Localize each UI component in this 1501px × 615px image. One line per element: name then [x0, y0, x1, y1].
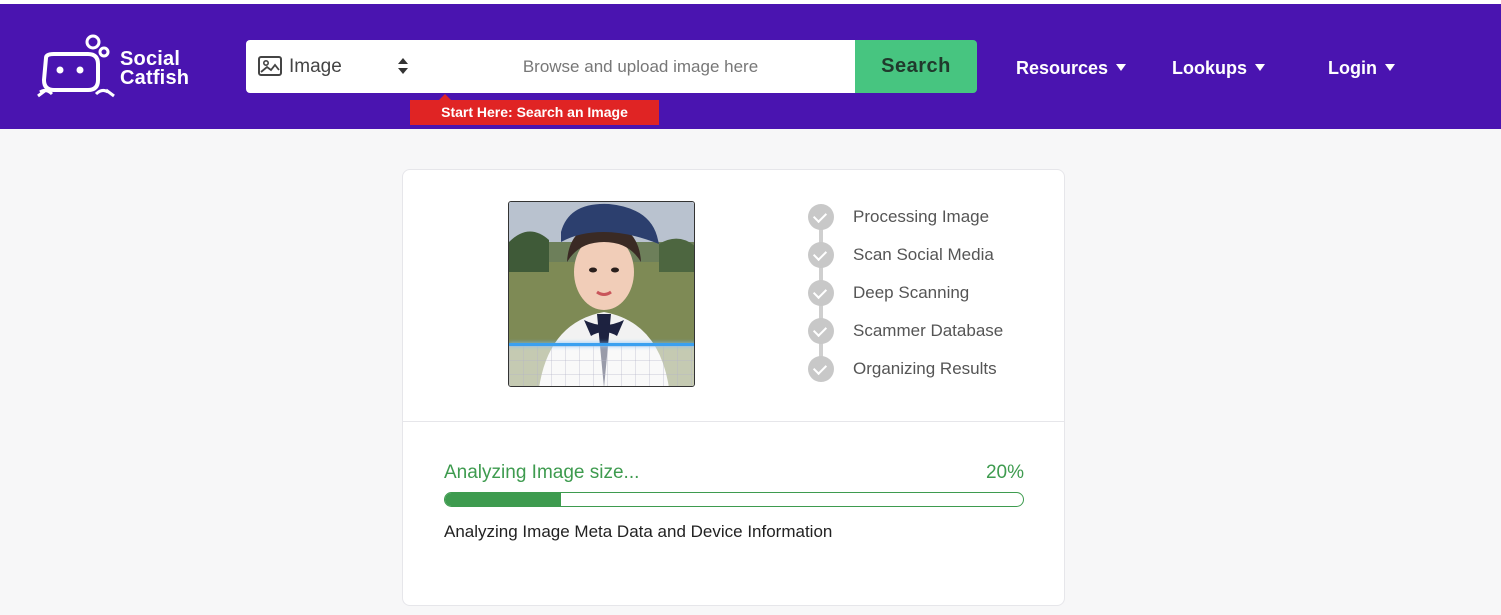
start-here-tooltip[interactable]: Start Here: Search an Image: [410, 100, 659, 125]
image-icon: [258, 56, 282, 76]
nav-login[interactable]: Login: [1328, 58, 1395, 79]
scan-line: [509, 343, 694, 346]
caret-down-icon: [1255, 64, 1265, 71]
step-scammer-database: Scammer Database: [808, 318, 1048, 344]
progress-bar: [444, 492, 1024, 507]
scan-steps-list: Processing Image Scan Social Media Deep …: [808, 204, 1048, 394]
brand-name-line2: Catfish: [120, 67, 190, 89]
search-input[interactable]: [426, 40, 855, 93]
catfish-logo-icon: [37, 34, 115, 98]
search-type-select[interactable]: Image: [246, 40, 426, 93]
search-button[interactable]: Search: [855, 40, 977, 93]
status-title: Analyzing Image size...: [444, 462, 640, 483]
step-label: Scan Social Media: [853, 245, 994, 264]
check-icon: [808, 318, 834, 344]
nav-login-label: Login: [1328, 58, 1377, 78]
scan-progress-card: Processing Image Scan Social Media Deep …: [402, 169, 1065, 606]
select-arrows-icon: [398, 58, 408, 74]
step-label: Processing Image: [853, 207, 990, 226]
step-label: Organizing Results: [853, 359, 997, 378]
uploaded-photo-preview: [508, 201, 695, 387]
caret-down-icon: [1384, 64, 1395, 71]
check-icon: [808, 280, 834, 306]
nav-lookups[interactable]: Lookups: [1172, 58, 1265, 79]
step-label: Deep Scanning: [853, 283, 970, 302]
progress-percent: 20%: [985, 462, 1024, 483]
search-bar: Image Search: [246, 40, 977, 93]
nav-resources-label: Resources: [1016, 58, 1109, 78]
nav-lookups-label: Lookups: [1172, 58, 1247, 78]
card-divider: [403, 421, 1064, 422]
check-icon: [808, 242, 834, 268]
step-scan-social-media: Scan Social Media: [808, 242, 1048, 268]
step-label: Scammer Database: [853, 321, 1004, 340]
status-detail: Analyzing Image Meta Data and Device Inf…: [444, 522, 833, 541]
site-header: Social Catfish Image Search Resources Lo…: [0, 4, 1501, 129]
search-type-label: Image: [289, 56, 342, 77]
step-processing-image: Processing Image: [808, 204, 1048, 230]
step-organizing-results: Organizing Results: [808, 356, 1048, 382]
check-icon: [808, 356, 834, 382]
brand-name: Social Catfish: [120, 49, 190, 89]
scan-grid-overlay: [509, 346, 694, 386]
progress-bar-fill: [445, 493, 561, 506]
step-deep-scanning: Deep Scanning: [808, 280, 1048, 306]
nav-resources[interactable]: Resources: [1016, 58, 1127, 79]
caret-down-icon: [1116, 64, 1127, 71]
check-icon: [808, 204, 834, 230]
brand-logo[interactable]: Social Catfish: [36, 34, 206, 100]
